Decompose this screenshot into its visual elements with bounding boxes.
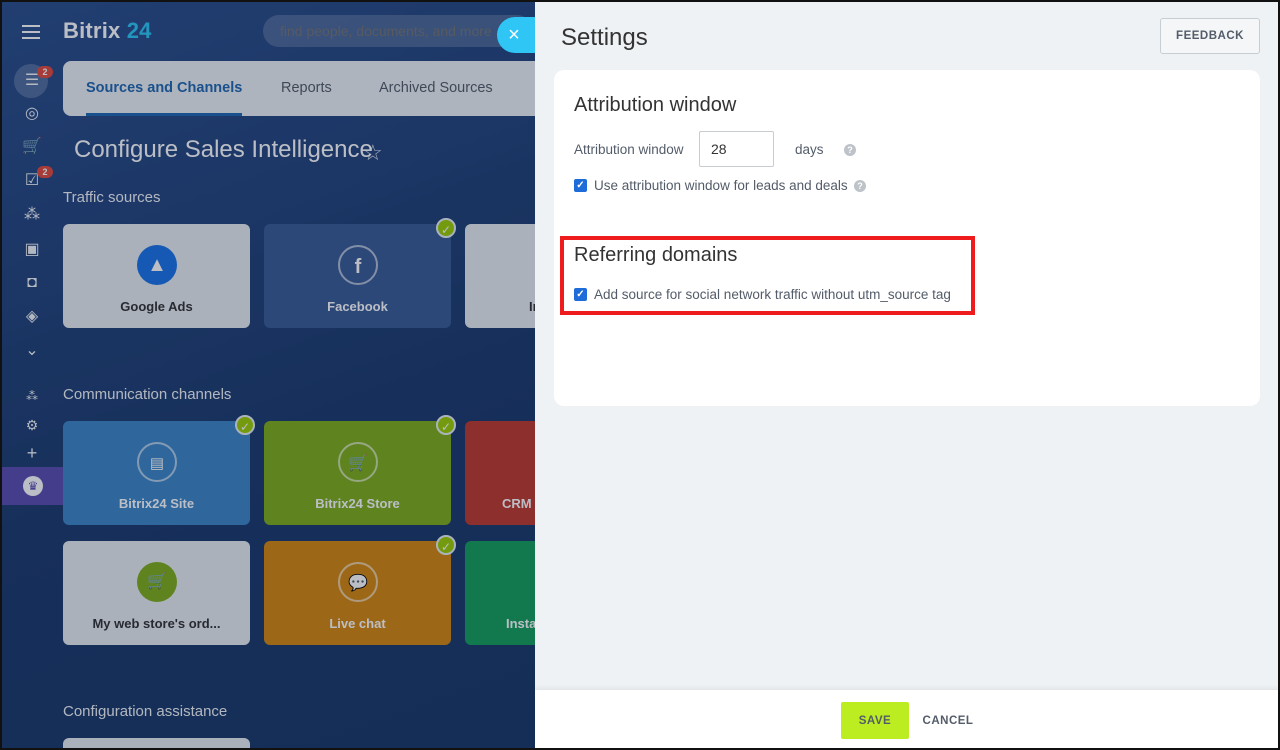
more-chevron-icon[interactable]: ⌄ bbox=[22, 341, 42, 361]
annotation-highlight-box bbox=[560, 236, 975, 315]
days-unit-label: days bbox=[795, 142, 824, 157]
target-icon[interactable]: ◎ bbox=[22, 104, 42, 124]
page-title: Configure Sales Intelligence bbox=[74, 136, 373, 163]
close-icon: × bbox=[508, 24, 520, 46]
tab-sources-and-channels[interactable]: Sources and Channels bbox=[86, 61, 243, 116]
attribution-leads-label: Use attribution window for leads and dea… bbox=[594, 178, 848, 193]
section-title-communication: Communication channels bbox=[63, 386, 232, 403]
tile-live-chat[interactable]: 💬 Live chat ✓ bbox=[264, 535, 456, 645]
cancel-button[interactable]: CANCEL bbox=[920, 702, 976, 739]
section-title-traffic: Traffic sources bbox=[63, 189, 161, 206]
tile-assistance[interactable] bbox=[63, 738, 250, 750]
check-icon: ✓ bbox=[436, 218, 456, 238]
feedback-button[interactable]: FEEDBACK bbox=[1160, 18, 1260, 54]
panel-footer: SAVE CANCEL bbox=[535, 690, 1280, 750]
save-button[interactable]: SAVE bbox=[841, 702, 909, 739]
notification-badge: 2 bbox=[37, 166, 53, 178]
check-icon: ✓ bbox=[436, 535, 456, 555]
chat-bubbles-icon: 💬 bbox=[338, 562, 378, 602]
cart-icon[interactable]: 🛒 bbox=[22, 137, 42, 157]
close-slider-button[interactable]: × bbox=[497, 17, 535, 53]
google-ads-icon: ▲ bbox=[137, 245, 177, 285]
tile-label: Google Ads bbox=[120, 299, 193, 314]
tile-web-store-orders[interactable]: 🛒 My web store's ord... bbox=[63, 541, 250, 645]
attribution-window-input[interactable] bbox=[699, 131, 774, 167]
panel-title: Settings bbox=[561, 24, 648, 51]
cart-icon: 🛒 bbox=[137, 562, 177, 602]
tile-google-ads[interactable]: ▲ Google Ads bbox=[63, 224, 250, 328]
attribution-heading: Attribution window bbox=[574, 94, 737, 116]
tile-label: Live chat bbox=[329, 616, 386, 631]
robot-icon[interactable]: ◘ bbox=[22, 273, 42, 293]
tile-label: Bitrix24 Store bbox=[315, 496, 400, 511]
bitrix-logo[interactable]: Bitrix 24 bbox=[63, 18, 152, 44]
section-title-assistance: Configuration assistance bbox=[63, 703, 228, 720]
left-sidebar: ☰ 2 ◎ 🛒 ☑ 2 ⁂ ▣ ◘ ◈ ⌄ ⁂ ⚙ + ♛ bbox=[0, 0, 63, 750]
menu-icon[interactable] bbox=[22, 25, 40, 39]
help-icon[interactable]: ? bbox=[844, 144, 856, 156]
tile-bitrix24-site[interactable]: ▤ Bitrix24 Site ✓ bbox=[63, 415, 255, 525]
check-icon: ✓ bbox=[436, 415, 456, 435]
box-icon[interactable]: ◈ bbox=[22, 307, 42, 327]
tile-facebook[interactable]: f Facebook ✓ bbox=[264, 218, 456, 328]
check-icon: ✓ bbox=[235, 415, 255, 435]
help-icon[interactable]: ? bbox=[854, 180, 866, 192]
crown-icon: ♛ bbox=[23, 476, 43, 496]
plus-icon[interactable]: + bbox=[22, 443, 42, 463]
star-icon[interactable]: ☆ bbox=[363, 140, 383, 166]
contact-card-icon[interactable]: ▣ bbox=[22, 240, 42, 260]
tile-label: Facebook bbox=[327, 299, 388, 314]
attribution-field-label: Attribution window bbox=[574, 142, 684, 157]
gear-icon[interactable]: ⚙ bbox=[22, 415, 42, 435]
tile-bitrix24-store[interactable]: 🛒 Bitrix24 Store ✓ bbox=[264, 415, 456, 525]
upgrade-button[interactable]: ♛ bbox=[2, 467, 63, 505]
search-input[interactable] bbox=[263, 15, 533, 47]
tile-label: My web store's ord... bbox=[92, 616, 221, 631]
tab-bar: Sources and Channels Reports Archived So… bbox=[63, 61, 543, 116]
site-icon: ▤ bbox=[137, 442, 177, 482]
tab-archived-sources[interactable]: Archived Sources bbox=[379, 61, 493, 116]
facebook-icon: f bbox=[338, 245, 378, 285]
attribution-leads-checkbox[interactable]: ✓ bbox=[574, 179, 587, 192]
settings-panel: Settings FEEDBACK Attribution window Att… bbox=[535, 0, 1280, 750]
sitemap-icon[interactable]: ⁂ bbox=[22, 386, 42, 406]
store-cart-icon: 🛒 bbox=[338, 442, 378, 482]
tab-reports[interactable]: Reports bbox=[281, 61, 332, 116]
notification-badge: 2 bbox=[37, 66, 53, 78]
nodes-icon[interactable]: ⁂ bbox=[22, 205, 42, 225]
tile-label: Bitrix24 Site bbox=[118, 496, 195, 511]
